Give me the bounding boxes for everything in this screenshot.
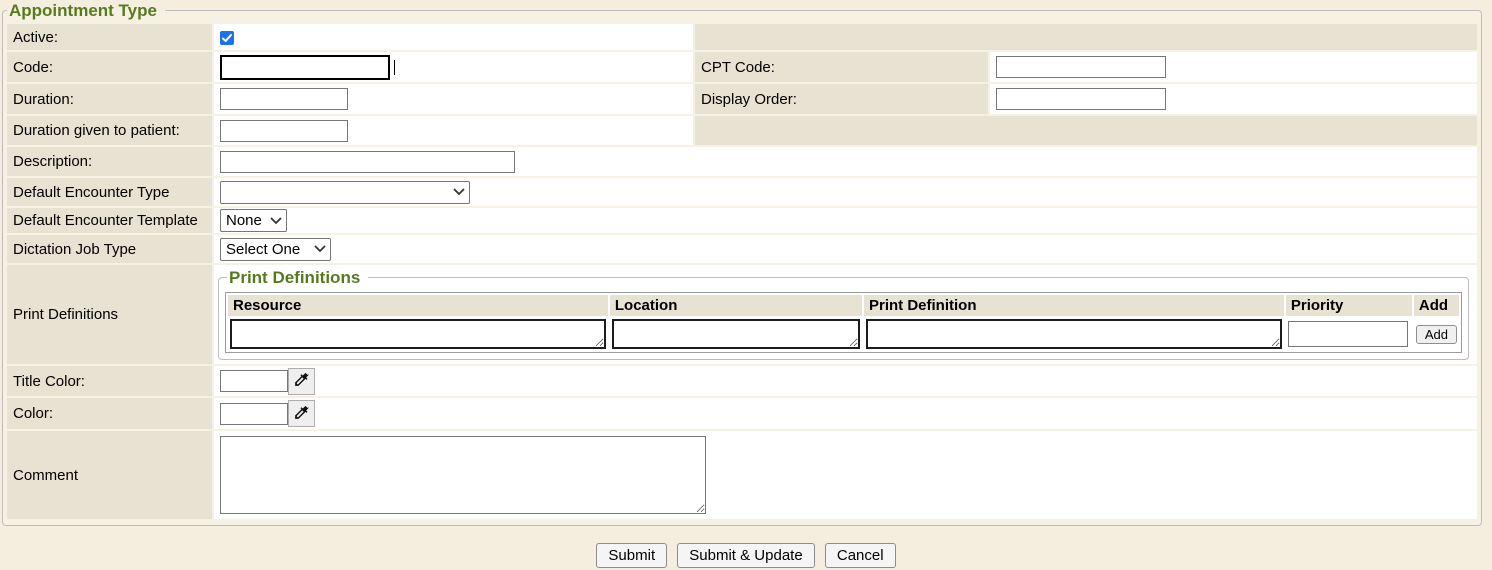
submit-and-update-button[interactable]: Submit & Update — [677, 543, 814, 568]
resource-textarea[interactable] — [230, 319, 606, 349]
print-definitions-table: Resource Location Print Definition Prior… — [225, 292, 1462, 353]
row-default-encounter-template: Default Encounter Template None — [7, 208, 1477, 233]
appointment-type-fieldset: Appointment Type Active: Code: CPT Code: — [2, 0, 1482, 526]
dictation-job-type-label: Dictation Job Type — [7, 235, 212, 263]
text-caret — [394, 60, 395, 75]
row-default-encounter-type: Default Encounter Type — [7, 178, 1477, 206]
column-header-priority: Priority — [1286, 295, 1412, 316]
print-definitions-fieldset: Print Definitions Resource Location Prin… — [218, 267, 1469, 360]
row-title-color: Title Color: — [7, 366, 1477, 396]
priority-input[interactable] — [1288, 321, 1408, 347]
print-definition-textarea[interactable] — [866, 319, 1282, 349]
eyedropper-icon — [293, 371, 310, 391]
description-input[interactable] — [220, 151, 515, 173]
row-active: Active: — [7, 24, 1477, 50]
description-label: Description: — [7, 147, 212, 176]
duration-patient-row-filler — [695, 116, 1477, 145]
duration-input[interactable] — [220, 88, 348, 110]
row-description: Description: — [7, 147, 1477, 176]
column-header-resource: Resource — [228, 295, 608, 316]
title-color-label: Title Color: — [7, 366, 212, 396]
code-input[interactable] — [220, 55, 390, 80]
print-definitions-entry-row: Add — [228, 318, 1459, 350]
cancel-button[interactable]: Cancel — [825, 543, 896, 568]
default-encounter-type-select[interactable] — [220, 181, 470, 204]
color-label: Color: — [7, 398, 212, 429]
page-title: Appointment Type — [7, 0, 165, 21]
column-header-print-definition: Print Definition — [864, 295, 1284, 316]
chevron-down-icon — [270, 216, 282, 226]
comment-textarea[interactable] — [220, 436, 706, 514]
print-definitions-row-label: Print Definitions — [7, 265, 212, 364]
print-definitions-legend: Print Definitions — [227, 267, 368, 288]
duration-patient-label: Duration given to patient: — [7, 116, 212, 145]
display-order-label: Display Order: — [695, 84, 988, 114]
cpt-code-input[interactable] — [996, 56, 1166, 78]
code-label: Code: — [7, 52, 212, 82]
cpt-code-label: CPT Code: — [695, 52, 988, 82]
duration-patient-input[interactable] — [220, 120, 348, 142]
dictation-job-type-value: Select One — [226, 241, 300, 258]
eyedropper-icon — [293, 404, 310, 424]
add-button[interactable]: Add — [1416, 325, 1457, 344]
active-checkbox[interactable] — [220, 31, 234, 45]
default-encounter-template-select[interactable]: None — [220, 209, 287, 232]
color-picker-button[interactable] — [288, 400, 315, 427]
duration-label: Duration: — [7, 84, 212, 114]
print-definitions-header-row: Resource Location Print Definition Prior… — [228, 295, 1459, 316]
row-print-definitions: Print Definitions Print Definitions Reso… — [7, 265, 1477, 364]
title-color-picker-button[interactable] — [288, 368, 315, 395]
dictation-job-type-select[interactable]: Select One — [220, 238, 331, 261]
display-order-input[interactable] — [996, 88, 1166, 110]
default-encounter-type-label: Default Encounter Type — [7, 178, 212, 206]
active-row-filler — [695, 24, 1477, 50]
row-duration: Duration: Display Order: — [7, 84, 1477, 114]
row-comment: Comment — [7, 431, 1477, 519]
appointment-type-form-table: Active: Code: CPT Code: Durati — [5, 22, 1479, 521]
row-dictation-job-type: Dictation Job Type Select One — [7, 235, 1477, 263]
color-input[interactable] — [220, 403, 288, 425]
default-encounter-template-label: Default Encounter Template — [7, 208, 212, 233]
form-action-buttons: Submit Submit & Update Cancel — [0, 543, 1492, 568]
active-label: Active: — [7, 24, 212, 50]
chevron-down-icon — [314, 244, 326, 254]
title-color-input[interactable] — [220, 370, 288, 392]
column-header-location: Location — [610, 295, 862, 316]
chevron-down-icon — [453, 187, 465, 197]
comment-label: Comment — [7, 431, 212, 519]
submit-button[interactable]: Submit — [596, 543, 667, 568]
row-code: Code: CPT Code: — [7, 52, 1477, 82]
row-color: Color: — [7, 398, 1477, 429]
column-header-add: Add — [1414, 295, 1459, 316]
location-textarea[interactable] — [612, 319, 860, 349]
default-encounter-template-value: None — [226, 212, 262, 229]
row-duration-patient: Duration given to patient: — [7, 116, 1477, 145]
